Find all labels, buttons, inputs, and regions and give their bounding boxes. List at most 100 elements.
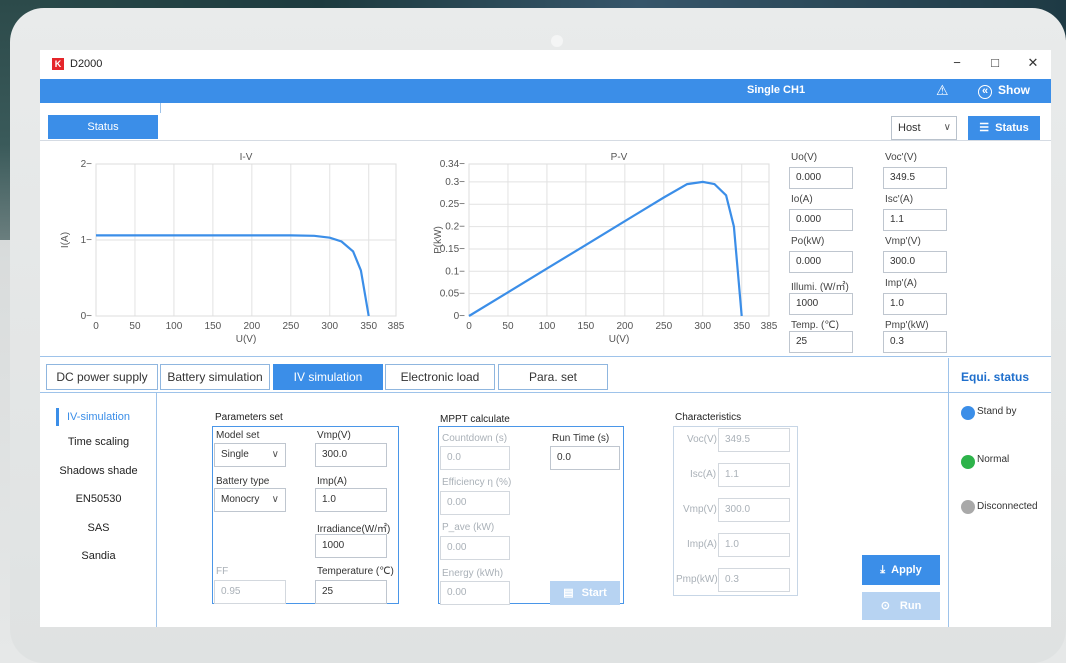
equipment-status-panel: Equi. status Stand by Normal Disconnecte…: [948, 358, 1051, 627]
y-tick-label: 0.25−: [440, 199, 465, 210]
chevron-down-icon: ∨: [271, 449, 279, 460]
tab-status[interactable]: Status: [48, 115, 158, 139]
disconnected-indicator-icon: [961, 500, 975, 514]
x-tick-label: 50: [129, 321, 141, 332]
temp-label: Temp. (℃): [791, 320, 839, 331]
temp-value: 25: [789, 331, 853, 353]
illum-value: 1000: [789, 293, 853, 315]
battery-type-label: Battery type: [216, 476, 270, 487]
y-axis-label: I(A): [60, 232, 71, 248]
x-axis-label: U(V): [236, 334, 257, 345]
app-window: K D2000 − □ ✕ Single CH1 ⚠ « Show Status …: [40, 50, 1051, 627]
illum-label: Illumi. (W/㎡): [791, 282, 849, 293]
iv-chart: 0 50 100 150 200 250 300 350 385 0− 1− 2− I-V U(V) I(A…: [60, 152, 405, 345]
tab-electronic-load[interactable]: Electronic load: [385, 364, 495, 390]
x-axis-label: U(V): [609, 334, 630, 345]
x-tick-label: 200: [244, 321, 261, 332]
chart-title: I-V: [240, 152, 253, 163]
status-button[interactable]: ☰ Status: [968, 116, 1040, 140]
status-button-label: Status: [995, 122, 1029, 134]
voc-value: 349.5: [883, 167, 947, 189]
show-label: Show: [998, 83, 1030, 97]
warning-icon[interactable]: ⚠: [936, 82, 949, 99]
x-tick-label: 0: [466, 321, 472, 332]
y-tick-label: 1−: [81, 235, 93, 246]
char-imp-value: 1.0: [718, 533, 790, 557]
sidebar-item-iv-simulation[interactable]: IV-simulation: [40, 407, 157, 427]
po-label: Po(kW): [791, 236, 825, 247]
app-title: D2000: [70, 58, 103, 70]
tab-para-set[interactable]: Para. set: [498, 364, 608, 390]
x-tick-label: 150: [578, 321, 595, 332]
x-tick-label: 250: [282, 321, 299, 332]
run-time-input[interactable]: 0.0: [550, 446, 620, 470]
active-indicator: [56, 408, 59, 426]
isc-value: 1.1: [883, 209, 947, 231]
run-button[interactable]: ⊙ Run: [862, 592, 940, 620]
sidebar-item-en50530[interactable]: EN50530: [40, 493, 157, 505]
x-tick-label: 100: [166, 321, 183, 332]
minimize-button[interactable]: −: [948, 55, 966, 70]
isc-label: Isc'(A): [885, 194, 914, 205]
irradiance-label: Irradiance(W/㎡): [317, 524, 391, 535]
sidebar-item-shadows-shade[interactable]: Shadows shade: [40, 465, 157, 477]
divider: [160, 103, 161, 113]
efficiency-input: 0.00: [440, 491, 510, 515]
tab-dc-power-supply[interactable]: DC power supply: [46, 364, 158, 390]
io-value: 0.000: [789, 209, 853, 231]
tab-iv-simulation[interactable]: IV simulation: [273, 364, 383, 390]
model-set-select[interactable]: Single ∨: [214, 443, 286, 467]
pmp-value: 0.3: [883, 331, 947, 353]
parameters-set-title: Parameters set: [215, 412, 283, 423]
irradiance-input[interactable]: 1000: [315, 534, 387, 558]
maximize-button[interactable]: □: [986, 55, 1004, 70]
p-ave-input: 0.00: [440, 536, 510, 560]
countdown-input: 0.0: [440, 446, 510, 470]
pv-chart: 0 50 100 150 200 250 300 350 3850−0.05−0.1−0.15−…: [433, 152, 778, 345]
y-tick-label: 2−: [81, 159, 93, 170]
battery-type-value: Monocry: [221, 494, 260, 505]
apply-button[interactable]: ⤓ Apply: [862, 555, 940, 585]
chart-title: P-V: [611, 152, 628, 163]
start-button[interactable]: ▤ Start: [550, 581, 620, 605]
x-tick-label: 50: [502, 321, 514, 332]
sidebar-item-time-scaling[interactable]: Time scaling: [40, 436, 157, 448]
vmp-input[interactable]: 300.0: [315, 443, 387, 467]
x-tick-label: 0: [93, 321, 99, 332]
imp-input[interactable]: 1.0: [315, 488, 387, 512]
battery-type-select[interactable]: Monocry ∨: [214, 488, 286, 512]
sidebar-item-sas[interactable]: SAS: [40, 522, 157, 534]
host-select[interactable]: Host ∨: [891, 116, 957, 140]
pmp-label: Pmp'(kW): [885, 320, 929, 331]
show-button[interactable]: « Show: [978, 83, 1030, 99]
char-voc-value: 349.5: [718, 428, 790, 452]
close-button[interactable]: ✕: [1024, 55, 1042, 71]
mppt-calculate-title: MPPT calculate: [440, 414, 510, 425]
x-tick-label: 350: [360, 321, 377, 332]
divider: [949, 392, 1051, 393]
x-tick-label: 200: [617, 321, 634, 332]
y-tick-label: 0.3−: [445, 177, 465, 188]
temperature-label: Temperature (℃): [317, 566, 394, 577]
voc-label: Voc'(V): [885, 152, 917, 163]
y-tick-label: 0.2−: [445, 222, 465, 233]
countdown-label: Countdown (s): [442, 433, 508, 444]
calendar-icon: ▤: [563, 587, 574, 599]
header-bar: Single CH1 ⚠ « Show: [40, 79, 1051, 103]
tab-battery-simulation[interactable]: Battery simulation: [160, 364, 270, 390]
temperature-input[interactable]: 25: [315, 580, 387, 604]
standby-label: Stand by: [977, 406, 1017, 417]
characteristics-title: Characteristics: [675, 412, 742, 423]
disconnected-label: Disconnected: [977, 501, 1038, 512]
x-tick-label: 100: [539, 321, 556, 332]
vmp-value: 300.0: [883, 251, 947, 273]
y-tick-label: 0−: [81, 311, 93, 322]
mode-tabs: DC power supply Battery simulation IV si…: [40, 362, 1051, 392]
char-voc-label: Voc(V): [687, 434, 718, 445]
efficiency-label: Efficiency η (%): [442, 477, 512, 488]
sidebar-item-sandia[interactable]: Sandia: [40, 550, 157, 562]
char-vmp-label: Vmp(V): [683, 504, 717, 515]
title-bar: K D2000 − □ ✕: [40, 50, 1051, 79]
host-select-value: Host: [898, 122, 921, 134]
imp-value: 1.0: [883, 293, 947, 315]
